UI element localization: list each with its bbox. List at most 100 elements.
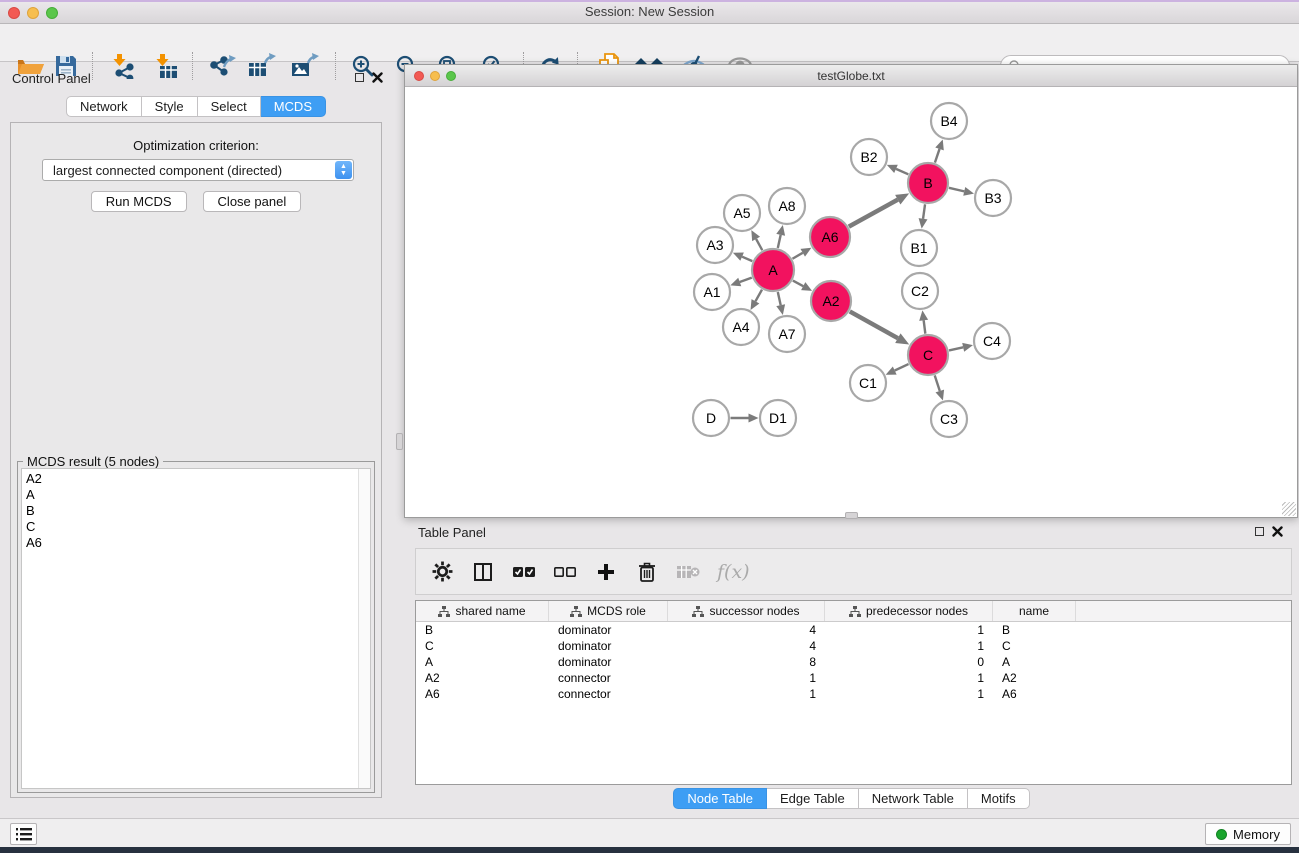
list-item[interactable]: C [22, 519, 370, 535]
tab-select[interactable]: Select [198, 96, 261, 117]
split-divider-handle[interactable] [396, 433, 403, 450]
table-settings-button[interactable] [430, 560, 454, 584]
criterion-dropdown[interactable]: largest connected component (directed) ▲… [42, 159, 354, 181]
edge-C-C4[interactable] [949, 347, 963, 350]
export-image-button[interactable] [288, 52, 322, 80]
unselect-all-button[interactable] [553, 560, 577, 584]
network-canvas[interactable]: B4B2BB3A5A8A6A3B1AA1C2A2A4A7C4CC1C3DD1 [405, 87, 1297, 517]
edge-A-A8[interactable] [778, 235, 781, 248]
table-row[interactable]: A dominator 8 0 A [416, 654, 1291, 670]
cell-mcds-role[interactable]: dominator [549, 638, 668, 654]
mcds-result-list[interactable]: A2 A B C A6 [21, 468, 371, 789]
edge-A-A3[interactable] [742, 257, 752, 261]
window-title: Session: New Session [0, 4, 1299, 19]
tab-network[interactable]: Network [66, 96, 142, 117]
edge-A-A7[interactable] [778, 292, 781, 305]
add-column-button[interactable] [594, 560, 618, 584]
cell-successor-nodes[interactable]: 1 [668, 670, 825, 686]
edge-B-B1[interactable] [923, 204, 925, 218]
optimization-criterion-label: Optimization criterion: [11, 138, 381, 153]
edge-A-A4[interactable] [755, 290, 762, 302]
network-graph[interactable]: B4B2BB3A5A8A6A3B1AA1C2A2A4A7C4CC1C3DD1 [405, 87, 1297, 517]
cell-predecessor-nodes[interactable]: 0 [825, 654, 993, 670]
edge-B-B2[interactable] [896, 169, 908, 174]
table-row[interactable]: A6 connector 1 1 A6 [416, 686, 1291, 702]
edge-A-A2[interactable] [793, 281, 803, 287]
memory-button[interactable]: Memory [1205, 823, 1291, 845]
resize-grip[interactable] [1282, 502, 1296, 516]
cell-successor-nodes[interactable]: 4 [668, 622, 825, 638]
edge-C-C1[interactable] [895, 364, 909, 370]
cell-shared-name[interactable]: A6 [416, 686, 549, 702]
float-panel-icon[interactable] [355, 73, 364, 82]
table-toolbar: f(x) [415, 548, 1292, 595]
tab-network-table[interactable]: Network Table [859, 788, 968, 809]
select-all-button[interactable] [512, 560, 536, 584]
edge-B-B4[interactable] [935, 149, 940, 163]
tab-node-table[interactable]: Node Table [673, 788, 767, 809]
cell-mcds-role[interactable]: dominator [549, 654, 668, 670]
cell-successor-nodes[interactable]: 1 [668, 686, 825, 702]
tab-motifs[interactable]: Motifs [968, 788, 1030, 809]
column-header-shared-name[interactable]: shared name [416, 601, 549, 621]
close-panel-icon[interactable] [372, 72, 383, 83]
edge-B-B3[interactable] [949, 188, 964, 192]
cell-predecessor-nodes[interactable]: 1 [825, 622, 993, 638]
tab-edge-table[interactable]: Edge Table [767, 788, 859, 809]
tab-mcds[interactable]: MCDS [261, 96, 326, 117]
import-table-button[interactable] [149, 52, 181, 80]
export-table-button[interactable] [245, 52, 279, 80]
table-row[interactable]: B dominator 4 1 B [416, 622, 1291, 638]
column-header-mcds-role[interactable]: MCDS role [549, 601, 668, 621]
tab-style[interactable]: Style [142, 96, 198, 117]
cell-name[interactable]: A6 [993, 686, 1076, 702]
network-window-titlebar[interactable]: testGlobe.txt [405, 65, 1297, 87]
column-header-name[interactable]: name [993, 601, 1076, 621]
cell-successor-nodes[interactable]: 8 [668, 654, 825, 670]
list-item[interactable]: A [22, 487, 370, 503]
show-columns-button[interactable] [471, 560, 495, 584]
task-history-button[interactable] [10, 823, 37, 845]
run-mcds-button[interactable]: Run MCDS [91, 191, 187, 212]
function-builder-button[interactable]: f(x) [717, 561, 750, 583]
cell-predecessor-nodes[interactable]: 1 [825, 638, 993, 654]
edge-C-C2[interactable] [924, 320, 926, 333]
cell-name[interactable]: A2 [993, 670, 1076, 686]
node-label-A6: A6 [821, 229, 838, 245]
cell-mcds-role[interactable]: connector [549, 670, 668, 686]
column-header-predecessor-nodes[interactable]: predecessor nodes [825, 601, 993, 621]
cell-name[interactable]: B [993, 622, 1076, 638]
cell-shared-name[interactable]: A2 [416, 670, 549, 686]
table-row[interactable]: C dominator 4 1 C [416, 638, 1291, 654]
edge-A2-C[interactable] [850, 311, 898, 338]
cell-shared-name[interactable]: C [416, 638, 549, 654]
edge-A-A1[interactable] [740, 278, 752, 282]
cell-successor-nodes[interactable]: 4 [668, 638, 825, 654]
float-panel-icon[interactable] [1255, 527, 1264, 536]
export-network-button[interactable] [206, 52, 238, 80]
close-panel-icon[interactable] [1272, 526, 1283, 537]
delete-table-button[interactable] [676, 560, 700, 584]
cell-predecessor-nodes[interactable]: 1 [825, 686, 993, 702]
edge-A-A6[interactable] [792, 253, 802, 259]
delete-column-button[interactable] [635, 560, 659, 584]
edge-A-A5[interactable] [756, 239, 762, 250]
split-divider-handle[interactable] [845, 512, 858, 519]
list-item[interactable]: B [22, 503, 370, 519]
table-row[interactable]: A2 connector 1 1 A2 [416, 670, 1291, 686]
cell-predecessor-nodes[interactable]: 1 [825, 670, 993, 686]
close-panel-button[interactable]: Close panel [203, 191, 302, 212]
edge-C-C3[interactable] [935, 375, 940, 391]
cell-mcds-role[interactable]: connector [549, 686, 668, 702]
cell-shared-name[interactable]: A [416, 654, 549, 670]
cell-shared-name[interactable]: B [416, 622, 549, 638]
cell-mcds-role[interactable]: dominator [549, 622, 668, 638]
list-item[interactable]: A2 [22, 469, 370, 487]
list-item[interactable]: A6 [22, 535, 370, 551]
import-network-button[interactable] [106, 52, 138, 80]
cell-name[interactable]: C [993, 638, 1076, 654]
column-header-successor-nodes[interactable]: successor nodes [668, 601, 825, 621]
edge-A6-B[interactable] [849, 200, 898, 227]
scrollbar[interactable] [358, 469, 370, 788]
cell-name[interactable]: A [993, 654, 1076, 670]
